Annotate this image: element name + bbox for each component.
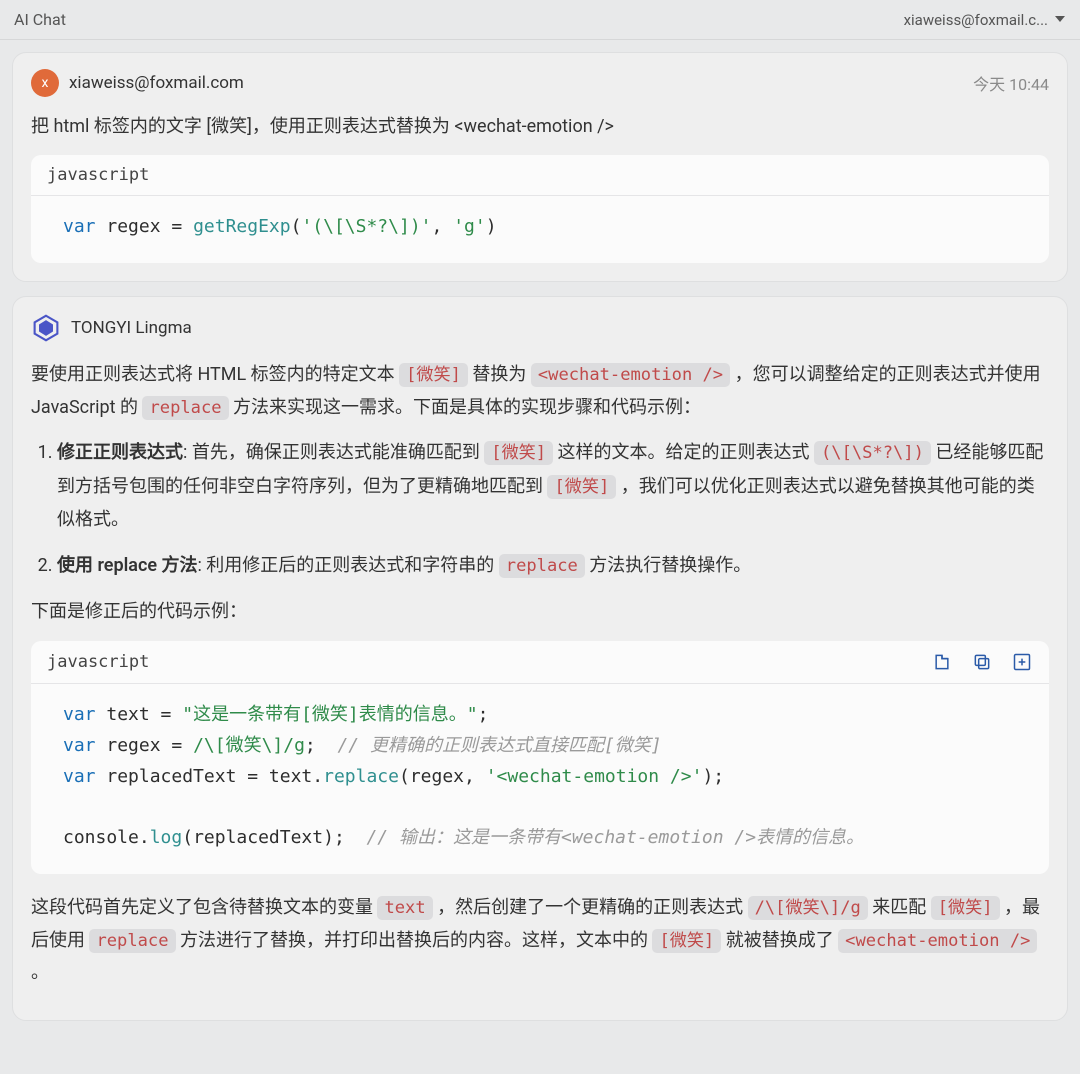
- inline-code: [微笑]: [652, 929, 721, 953]
- below-text: 下面是修正后的代码示例：: [31, 596, 1049, 628]
- steps-list: 修正正则表达式: 首先，确保正则表达式能准确匹配到 [微笑] 这样的文本。给定的…: [31, 436, 1049, 582]
- account-email: xiaweiss@foxmail.c...: [904, 11, 1048, 29]
- message-header: TONGYI Lingma: [31, 313, 1049, 343]
- codeblock-body[interactable]: var regex = getRegExp('(\[\S*?\])', 'g'): [31, 196, 1049, 263]
- code-lang: javascript: [47, 165, 149, 185]
- ai-message-body: 要使用正则表达式将 HTML 标签内的特定文本 [微笑] 替换为 <wechat…: [31, 359, 1049, 628]
- chevron-down-icon: [1054, 11, 1066, 29]
- user-message: x xiaweiss@foxmail.com 今天 10:44 把 html 标…: [12, 52, 1068, 282]
- user-avatar: x: [31, 69, 59, 97]
- codeblock-header: javascript: [31, 641, 1049, 684]
- codeblock-actions: [931, 651, 1033, 673]
- inline-code: [微笑]: [484, 441, 553, 465]
- inline-code: text: [377, 896, 432, 920]
- ai-message: TONGYI Lingma 要使用正则表达式将 HTML 标签内的特定文本 [微…: [12, 296, 1068, 1020]
- user-codeblock: javascript var regex = getRegExp('(\[\S*…: [31, 155, 1049, 263]
- codeblock-body[interactable]: var text = "这是一条带有[微笑]表情的信息。"; var regex…: [31, 684, 1049, 875]
- inline-code: <wechat-emotion />: [531, 363, 730, 387]
- timestamp: 今天 10:44: [973, 71, 1049, 95]
- ai-avatar-icon: [31, 313, 61, 343]
- sender: x xiaweiss@foxmail.com: [31, 69, 244, 97]
- ai-outro: 这段代码首先定义了包含待替换文本的变量 text ，然后创建了一个更精确的正则表…: [31, 892, 1049, 989]
- inline-code: <wechat-emotion />: [838, 929, 1037, 953]
- copy-icon[interactable]: [971, 651, 993, 673]
- insert-code-icon[interactable]: [931, 651, 953, 673]
- ai-codeblock: javascript var text = "这是一条带有[微笑]表情的信息。"…: [31, 641, 1049, 875]
- account-dropdown[interactable]: xiaweiss@foxmail.c...: [904, 11, 1066, 29]
- codeblock-header: javascript: [31, 155, 1049, 196]
- sender-name: TONGYI Lingma: [71, 318, 192, 338]
- inline-code: replace: [499, 554, 585, 578]
- inline-code: [微笑]: [399, 363, 468, 387]
- message-header: x xiaweiss@foxmail.com 今天 10:44: [31, 69, 1049, 97]
- sender-name: xiaweiss@foxmail.com: [69, 73, 244, 93]
- step-1: 修正正则表达式: 首先，确保正则表达式能准确匹配到 [微笑] 这样的文本。给定的…: [57, 436, 1049, 537]
- code-lang: javascript: [47, 652, 149, 672]
- outro-paragraph: 这段代码首先定义了包含待替换文本的变量 text ，然后创建了一个更精确的正则表…: [31, 892, 1049, 989]
- inline-code: (\[\S*?\]): [814, 441, 931, 465]
- add-icon[interactable]: [1011, 651, 1033, 673]
- inline-code: [微笑]: [931, 896, 1000, 920]
- inline-code: replace: [142, 396, 228, 420]
- app-title: AI Chat: [14, 10, 66, 29]
- ai-intro: 要使用正则表达式将 HTML 标签内的特定文本 [微笑] 替换为 <wechat…: [31, 359, 1049, 424]
- titlebar: AI Chat xiaweiss@foxmail.c...: [0, 0, 1080, 40]
- inline-code: replace: [89, 929, 175, 953]
- sender: TONGYI Lingma: [31, 313, 192, 343]
- inline-code: /\[微笑\]/g: [748, 896, 868, 920]
- user-prompt: 把 html 标签内的文字 [微笑]，使用正则表达式替换为 <wechat-em…: [31, 111, 1049, 143]
- step-2: 使用 replace 方法: 利用修正后的正则表达式和字符串的 replace …: [57, 549, 1049, 583]
- inline-code: [微笑]: [547, 475, 616, 499]
- chat-panel: x xiaweiss@foxmail.com 今天 10:44 把 html 标…: [0, 40, 1080, 1033]
- user-message-text: 把 html 标签内的文字 [微笑]，使用正则表达式替换为 <wechat-em…: [31, 111, 1049, 143]
